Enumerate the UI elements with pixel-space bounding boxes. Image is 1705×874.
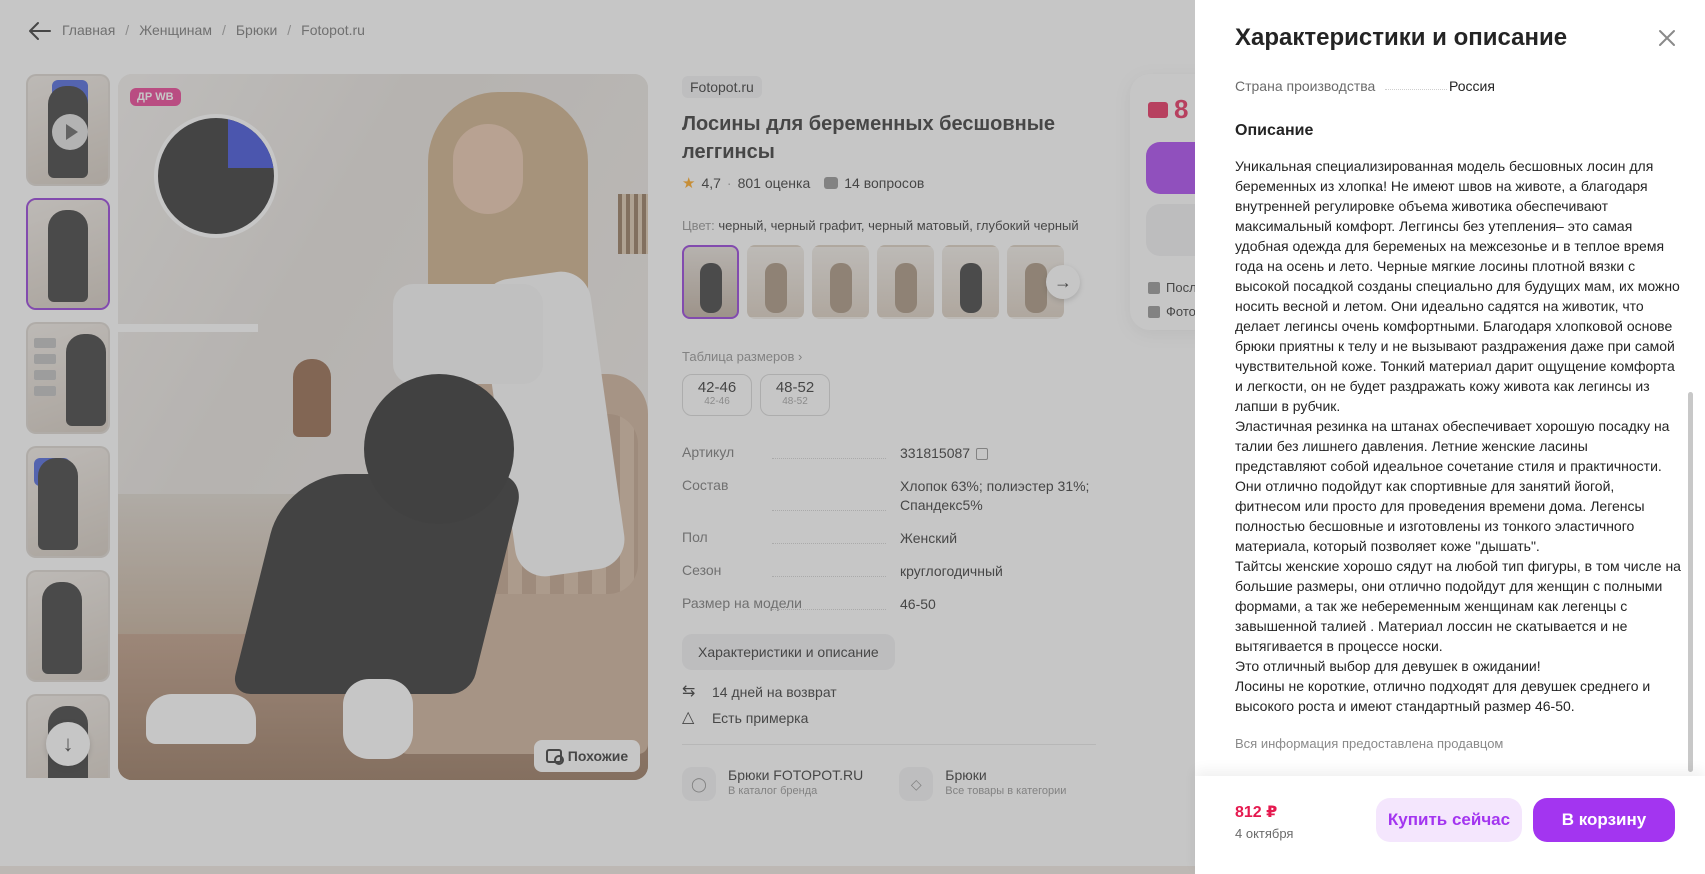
characteristics-panel: Характеристики и описание Страна произво… [1195,0,1705,874]
footer-price: 812 ₽ [1235,804,1278,821]
description-text: Уникальная специализированная модель бес… [1235,158,1681,714]
add-to-cart-button[interactable]: В корзину [1533,798,1675,842]
buy-now-button[interactable]: Купить сейчас [1376,798,1522,842]
description-heading: Описание [1235,122,1314,139]
panel-scrollbar[interactable] [1688,392,1693,772]
close-icon[interactable] [1655,26,1679,50]
delivery-date: 4 октября [1235,826,1294,841]
country-row: Страна производства Россия [1235,78,1655,94]
country-key: Страна производства [1235,78,1447,94]
seller-note: Вся информация предоставлена продавцом [1235,736,1504,751]
modal-backdrop[interactable] [0,0,1195,874]
country-value: Россия [1449,78,1495,94]
panel-footer: 812 ₽ 4 октября Купить сейчас В корзину [1195,776,1705,874]
panel-title: Характеристики и описание [1235,24,1568,51]
